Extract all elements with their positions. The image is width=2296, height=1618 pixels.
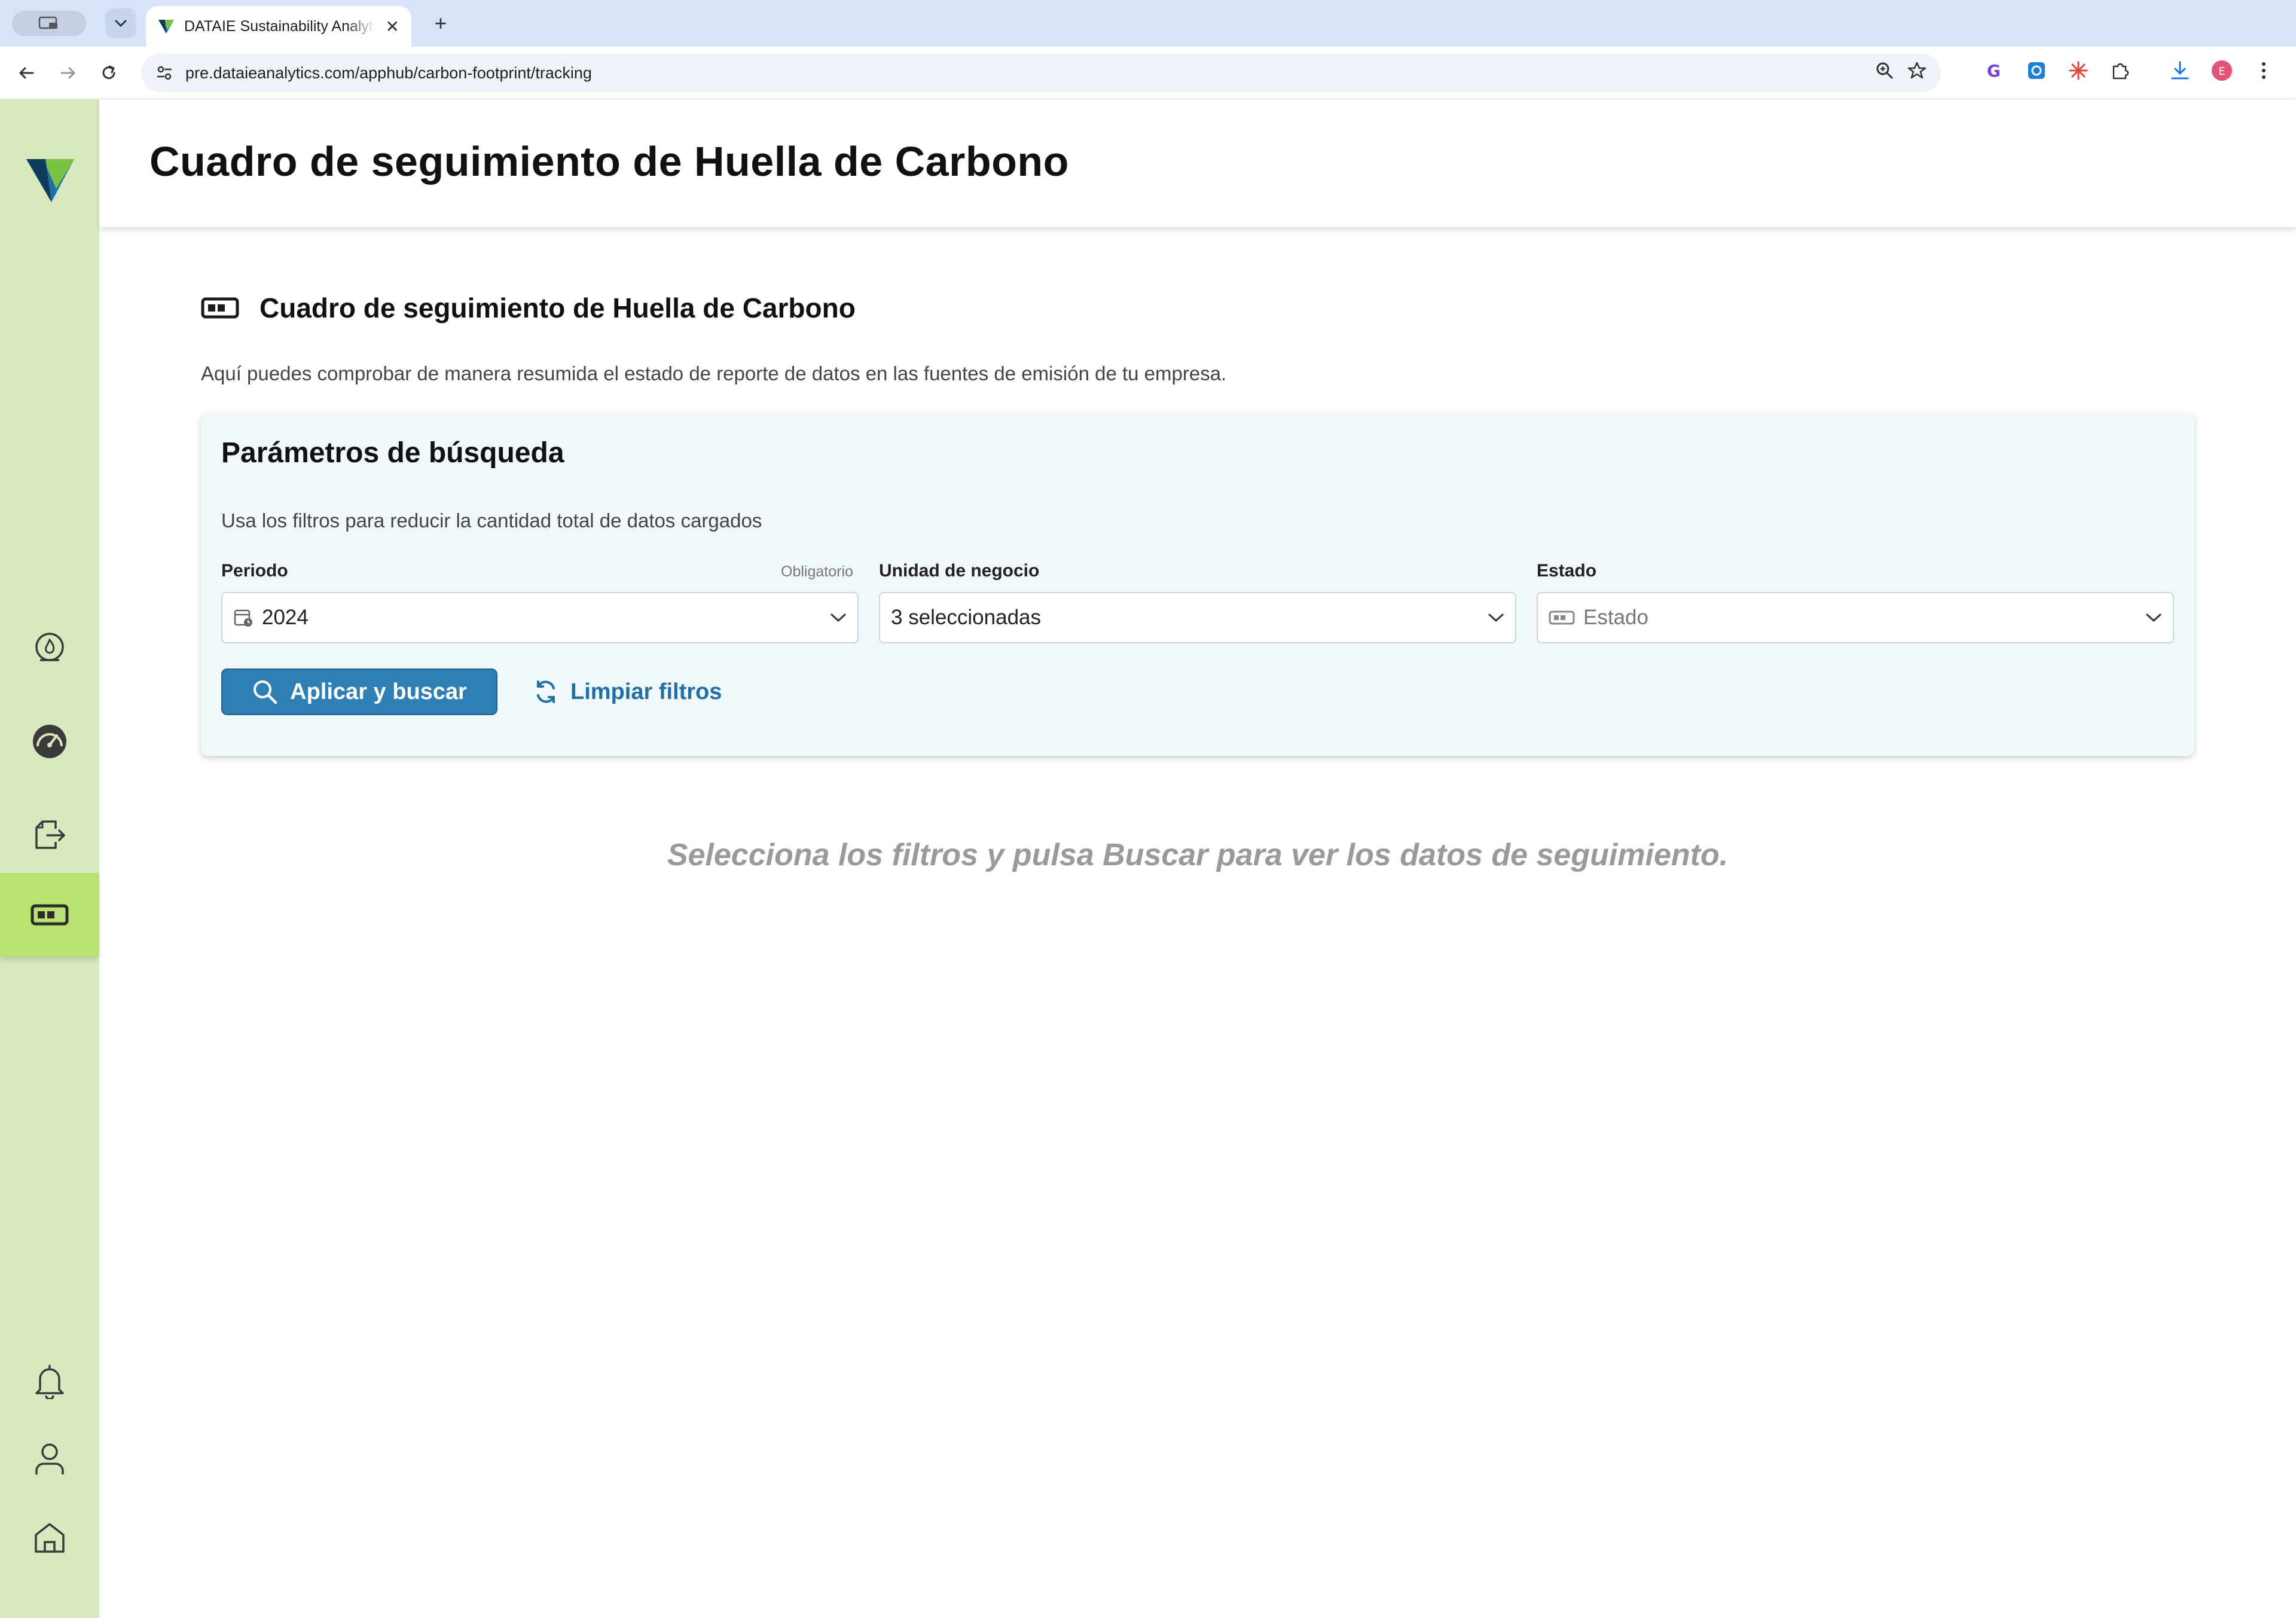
grammar-extension-icon[interactable]: G <box>1983 59 2007 83</box>
tab-strip: DATAIE Sustainability Analytics ✕ + <box>0 0 2296 47</box>
tab-groups-button[interactable] <box>12 11 86 36</box>
user-icon <box>35 1443 64 1474</box>
chevron-down-icon <box>2146 613 2161 622</box>
new-tab-button[interactable]: + <box>426 8 456 38</box>
sidebar-item-profile[interactable] <box>0 1417 99 1501</box>
empty-state-message: Selecciona los filtros y pulsa Buscar pa… <box>667 838 1729 872</box>
chevron-down-icon <box>1488 613 1504 622</box>
forward-button[interactable] <box>54 59 83 87</box>
tracking-card-icon <box>201 297 239 319</box>
sidebar-item-notifications[interactable] <box>0 1339 99 1423</box>
unidad-label: Unidad de negocio <box>879 561 1040 581</box>
back-button[interactable] <box>12 59 41 87</box>
tab-search-button[interactable] <box>105 8 136 38</box>
page-title: Cuadro de seguimiento de Huella de Carbo… <box>149 138 1069 185</box>
sidebar-item-export[interactable] <box>0 793 99 877</box>
app-sidebar <box>0 99 99 1618</box>
sidebar-item-home[interactable] <box>0 1496 99 1580</box>
settings-extension-icon[interactable] <box>2025 59 2048 83</box>
status-card-icon <box>1549 610 1575 625</box>
sidebar-item-dashboard[interactable] <box>0 700 99 783</box>
home-icon <box>35 1523 65 1553</box>
reload-button[interactable] <box>94 59 123 87</box>
gauge-icon <box>33 725 66 758</box>
refresh-icon <box>537 680 555 703</box>
section-title: Cuadro de seguimiento de Huella de Carbo… <box>259 292 856 323</box>
browser-toolbar: pre.dataieanalytics.com/apphub/carbon-fo… <box>0 47 2296 99</box>
estado-label: Estado <box>1537 561 1597 581</box>
search-parameters-card: Parámetros de búsqueda Usa los filtros p… <box>201 413 2194 756</box>
extensions-area: G E <box>1983 59 2276 83</box>
profile-initial: E <box>2218 65 2225 78</box>
calendar-clock-icon <box>234 609 252 627</box>
bell-icon <box>35 1364 64 1399</box>
apply-search-label: Aplicar y buscar <box>290 679 467 704</box>
arrow-left-icon <box>19 67 34 79</box>
spark-extension-icon[interactable] <box>2066 59 2090 83</box>
export-file-icon <box>35 820 65 849</box>
estado-placeholder: Estado <box>1583 606 1648 629</box>
site-info-icon[interactable] <box>155 64 173 82</box>
sidebar-item-tracking[interactable] <box>0 873 99 957</box>
arrow-right-icon <box>60 67 75 79</box>
unidad-value: 3 seleccionadas <box>891 606 1041 629</box>
app-header: Cuadro de seguimiento de Huella de Carbo… <box>99 99 2296 227</box>
dataie-favicon <box>158 20 174 33</box>
sidebar-item-emissions[interactable] <box>0 605 99 689</box>
active-tab[interactable]: DATAIE Sustainability Analytics ✕ <box>146 6 411 47</box>
address-bar[interactable]: pre.dataieanalytics.com/apphub/carbon-fo… <box>141 54 1941 92</box>
profile-avatar[interactable]: E <box>2210 59 2234 83</box>
tracking-card-icon <box>30 904 69 926</box>
periodo-value: 2024 <box>262 606 309 629</box>
zoom-icon[interactable] <box>1875 61 1894 80</box>
card-subtitle: Usa los filtros para reducir la cantidad… <box>221 509 762 532</box>
apply-search-button[interactable]: Aplicar y buscar <box>221 668 497 715</box>
bookmark-star-icon[interactable] <box>1907 61 1926 80</box>
dataie-logo[interactable] <box>25 154 75 204</box>
tab-groups-icon <box>38 16 57 29</box>
download-icon[interactable] <box>2168 59 2192 83</box>
section-header: Cuadro de seguimiento de Huella de Carbo… <box>201 292 856 324</box>
svg-text:G: G <box>1987 61 2001 81</box>
close-tab-icon[interactable]: ✕ <box>386 17 399 36</box>
dataie-logo-icon <box>26 159 74 202</box>
periodo-select[interactable]: 2024 <box>221 592 859 643</box>
required-note: Obligatorio <box>781 563 853 580</box>
puzzle-extensions-icon[interactable] <box>2108 59 2132 83</box>
tab-title: DATAIE Sustainability Analytics <box>184 17 375 35</box>
periodo-label: Periodo <box>221 561 288 581</box>
browser-menu-icon[interactable] <box>2252 59 2276 83</box>
section-description: Aquí puedes comprobar de manera resumida… <box>201 362 1227 384</box>
chevron-down-icon <box>831 613 846 622</box>
search-icon <box>254 680 277 704</box>
estado-select[interactable]: Estado <box>1537 592 2174 643</box>
card-title: Parámetros de búsqueda <box>221 437 564 469</box>
flame-icon <box>35 633 64 661</box>
unidad-negocio-select[interactable]: 3 seleccionadas <box>879 592 1516 643</box>
clear-filters-label: Limpiar filtros <box>570 679 722 704</box>
chevron-down-icon <box>115 20 127 28</box>
url-text: pre.dataieanalytics.com/apphub/carbon-fo… <box>185 63 592 82</box>
reload-icon <box>102 65 115 80</box>
clear-filters-button[interactable]: Limpiar filtros <box>532 668 722 715</box>
browser-chrome: DATAIE Sustainability Analytics ✕ + pre.… <box>0 0 2296 99</box>
